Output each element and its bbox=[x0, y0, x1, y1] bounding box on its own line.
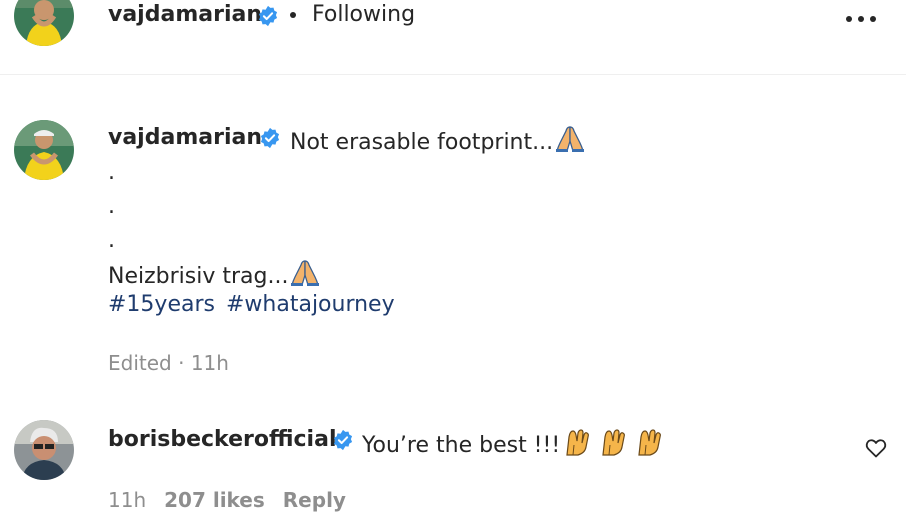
heart-outline-icon[interactable] bbox=[864, 436, 888, 460]
verified-badge-icon bbox=[333, 429, 353, 451]
caption-dot: . bbox=[108, 194, 115, 219]
comment-likes-count[interactable]: 207 likes bbox=[164, 488, 265, 512]
caption-translation: Neizbrisiv trag... bbox=[108, 264, 289, 289]
avatar-image bbox=[14, 0, 74, 46]
folded-hands-emoji bbox=[556, 126, 585, 152]
raising-hands-emoji bbox=[602, 429, 626, 456]
hashtag-link[interactable]: #15years bbox=[108, 292, 215, 317]
comment-timestamp[interactable]: 11h bbox=[108, 488, 146, 512]
comment-text: You’re the best !!! bbox=[362, 427, 668, 458]
caption-hashtags: #15years #whatajourney bbox=[108, 292, 399, 317]
raising-hands-emoji bbox=[566, 429, 662, 456]
verified-badge-icon bbox=[258, 5, 278, 27]
avatar-image bbox=[14, 120, 74, 180]
caption-text: Not erasable footprint... bbox=[290, 125, 585, 155]
caption-timestamp[interactable]: 11h bbox=[191, 351, 229, 375]
avatar[interactable] bbox=[14, 420, 74, 480]
avatar[interactable] bbox=[14, 0, 74, 46]
avatar-image bbox=[14, 420, 74, 480]
comment-meta: 11h 207 likes Reply bbox=[108, 488, 346, 512]
post-header: vajdamarian Following bbox=[0, 0, 906, 75]
more-horizontal-icon[interactable] bbox=[840, 6, 882, 32]
edited-label: Edited bbox=[108, 351, 172, 375]
header-separator-dot bbox=[290, 12, 296, 18]
caption-first-line: Not erasable footprint... bbox=[290, 130, 554, 155]
comment-author-username[interactable]: borisbeckerofficial bbox=[108, 427, 337, 452]
caption-dot: . bbox=[108, 160, 115, 185]
folded-hands-emoji bbox=[291, 260, 320, 286]
caption-meta: Edited · 11h bbox=[108, 351, 229, 375]
avatar[interactable] bbox=[14, 120, 74, 180]
comment-body: You’re the best !!! bbox=[362, 433, 561, 458]
following-button[interactable]: Following bbox=[312, 2, 415, 27]
hashtag-link[interactable]: #whatajourney bbox=[226, 292, 395, 317]
post-comments-panel: vajdamarian Following vajdamarian Not er… bbox=[0, 0, 906, 513]
caption-second-line: Neizbrisiv trag... bbox=[108, 259, 320, 289]
caption-author-username[interactable]: vajdamarian bbox=[108, 125, 262, 150]
meta-separator: · bbox=[171, 351, 191, 375]
raising-hands-emoji bbox=[638, 429, 662, 456]
reply-button[interactable]: Reply bbox=[283, 488, 346, 512]
verified-badge-icon bbox=[260, 127, 280, 149]
caption-dot: . bbox=[108, 228, 115, 253]
post-author-username[interactable]: vajdamarian bbox=[108, 2, 262, 27]
raising-hands-emoji bbox=[566, 429, 590, 456]
